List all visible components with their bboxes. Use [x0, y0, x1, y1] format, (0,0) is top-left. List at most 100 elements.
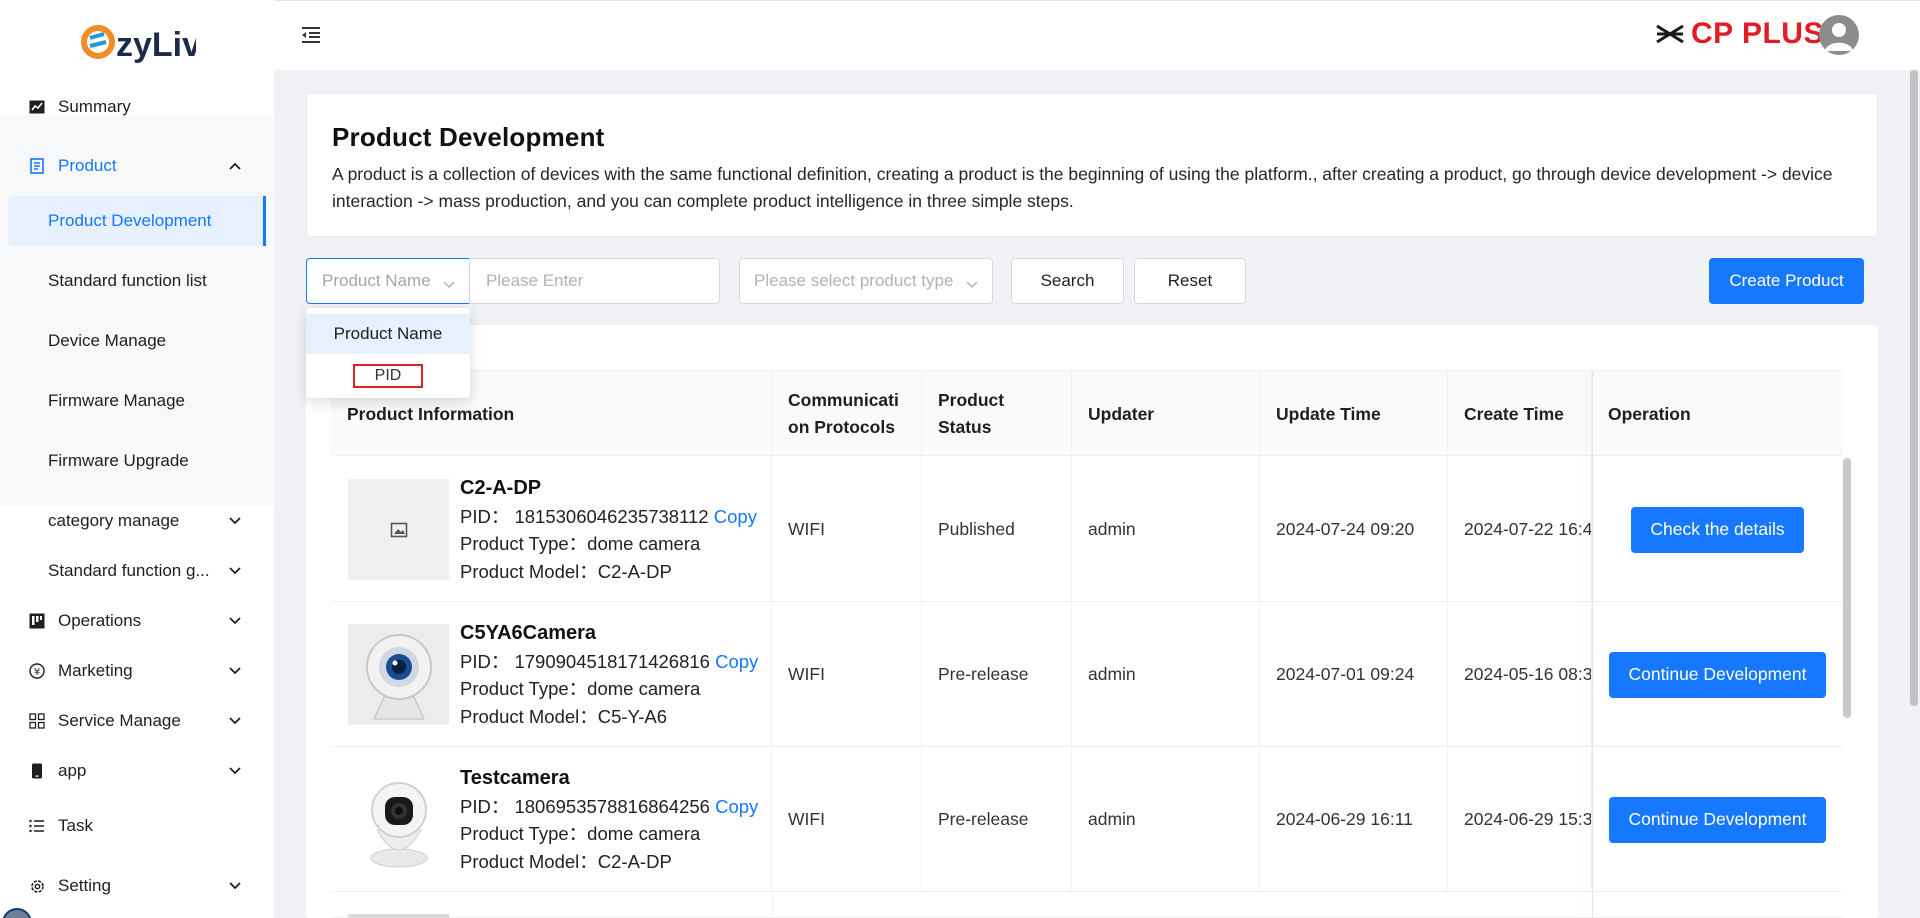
dropdown-option-product-name[interactable]: Product Name: [306, 314, 470, 354]
update-time-cell: 2024-07-24 09:20: [1260, 457, 1448, 602]
sidebar-item-marketing[interactable]: ¥ Marketing: [0, 646, 274, 696]
sidebar-item-label: app: [58, 761, 87, 780]
dome-camera-image-icon: [370, 781, 427, 867]
kanban-icon: [28, 612, 46, 630]
table-row: Testcamera PID： 1806953578816864256 Copy…: [331, 747, 1843, 892]
page-scrollbar-thumb[interactable]: [1910, 70, 1918, 706]
sidebar-item-standard-function-group[interactable]: Standard function g...: [0, 546, 274, 596]
svg-text:¥: ¥: [34, 667, 40, 678]
continue-development-button[interactable]: Continue Development: [1609, 796, 1826, 843]
user-avatar[interactable]: [1819, 15, 1859, 55]
status-cell: Pre-release: [922, 602, 1072, 747]
copy-pid-link[interactable]: Copy: [715, 651, 758, 672]
updater-cell: admin: [1072, 457, 1260, 602]
chevron-down-icon: [443, 274, 455, 294]
sidebar-item-task[interactable]: Task: [0, 801, 274, 851]
table-row: C5YA6Camera PID： 1790904518171426816 Cop…: [331, 602, 1843, 747]
operation-cell: Continue Development: [1592, 602, 1843, 747]
list-icon: [28, 817, 46, 835]
sidebar-item-product-development[interactable]: Product Development: [8, 196, 266, 246]
product-image-placeholder: [348, 479, 449, 580]
sidebar-item-label: Setting: [58, 876, 111, 895]
chevron-down-icon: [966, 274, 978, 294]
search-input[interactable]: Please Enter: [469, 258, 720, 304]
dropdown-option-pid[interactable]: PID: [306, 356, 470, 396]
status-cell: Published: [922, 457, 1072, 602]
sidebar-item-label: Product Development: [48, 211, 212, 230]
product-pid-line: PID： 1806953578816864256 Copy: [460, 793, 758, 821]
sidebar-item-standard-function-list[interactable]: Standard function list: [0, 256, 274, 306]
column-header-product-status: Product Status: [922, 371, 1072, 457]
chevron-down-icon: [228, 514, 242, 528]
sidebar-item-setting[interactable]: Setting: [0, 861, 274, 911]
product-image-placeholder: [348, 914, 449, 918]
page-description: A product is a collection of devices wit…: [332, 164, 1833, 211]
sidebar-item-category-manage[interactable]: category manage: [0, 496, 274, 546]
cp-plus-mark-icon: [1656, 24, 1684, 44]
gear-icon: [28, 877, 46, 895]
protocol-cell: WIFI: [772, 602, 922, 747]
ezyliv-logo[interactable]: zyLiv: [80, 14, 196, 66]
sidebar-item-device-manage[interactable]: Device Manage: [0, 316, 274, 366]
create-time-cell: 2024-06-29 15:31: [1448, 747, 1592, 892]
search-field-select-value: Product Name: [322, 271, 431, 290]
copy-pid-link[interactable]: Copy: [715, 796, 758, 817]
sidebar-item-label: Marketing: [58, 661, 133, 680]
search-button[interactable]: Search: [1011, 258, 1124, 304]
product-pid: PID： 1815306046235738112: [460, 505, 709, 527]
page-title: Product Development: [332, 122, 605, 152]
sidebar-item-summary[interactable]: Summary: [0, 82, 274, 132]
product-pid-line: PID： 1790904518171426816 Copy: [460, 648, 758, 676]
image-icon: [390, 522, 407, 537]
sidebar-item-label: category manage: [48, 511, 180, 530]
sidebar-item-app[interactable]: app: [0, 746, 274, 796]
create-time-cell: 2024-05-16 08:38: [1448, 602, 1592, 747]
protocol-cell: WIFI: [772, 747, 922, 892]
updater-cell: admin: [1072, 602, 1260, 747]
product-type-placeholder: Please select product type: [754, 271, 954, 290]
dropdown-option-pid-label: PID: [352, 364, 424, 388]
column-divider: [772, 892, 773, 918]
product-model: Product Model：C5-Y-A6: [460, 705, 668, 727]
product-name: C2-A-DP: [460, 477, 542, 499]
cp-plus-logo: CP PLUS: [1655, 16, 1824, 52]
search-field-dropdown: Product Name PID: [306, 308, 470, 398]
product-info-cell: C2-A-DP PID： 1815306046235738112 Copy Pr…: [331, 457, 772, 602]
product-model: Product Model：C2-A-DP: [460, 560, 672, 582]
sidebar-item-firmware-upgrade[interactable]: Firmware Upgrade: [0, 436, 274, 486]
column-header-communication-protocols: Communicati on Protocols: [772, 371, 922, 457]
search-input-placeholder: Please Enter: [486, 271, 584, 290]
product-image-dome-camera: [348, 769, 449, 870]
product-type-select[interactable]: Please select product type: [739, 258, 993, 304]
status-cell: Pre-release: [922, 747, 1072, 892]
intro-card: Product Development A product is a colle…: [306, 93, 1878, 237]
copy-pid-link[interactable]: Copy: [714, 506, 757, 527]
continue-development-button[interactable]: Continue Development: [1609, 651, 1826, 698]
product-name: C5YA6Camera: [460, 622, 597, 644]
sidebar: zyLiv Summary Product Product Developmen…: [0, 0, 274, 918]
table-scrollbar-thumb[interactable]: [1843, 458, 1851, 718]
create-product-button[interactable]: Create Product: [1709, 258, 1864, 304]
sidebar-item-product[interactable]: Product: [0, 141, 274, 191]
product-info: Testcamera PID： 1806953578816864256 Copy…: [460, 765, 758, 875]
sidebar-item-firmware-manage[interactable]: Firmware Manage: [0, 376, 274, 426]
grid-icon: [28, 712, 46, 730]
update-time-cell: 2024-06-29 16:11: [1260, 747, 1448, 892]
sidebar-item-label: Standard function list: [48, 271, 207, 290]
chevron-down-icon: [228, 614, 242, 628]
chart-line-icon: [28, 98, 46, 116]
operation-cell: Continue Development: [1592, 747, 1843, 892]
column-header-create-time: Create Time: [1448, 371, 1592, 457]
product-type: Product Type：dome camera: [460, 533, 701, 554]
search-field-select[interactable]: Product Name: [306, 258, 470, 304]
reset-button[interactable]: Reset: [1134, 258, 1246, 304]
brand-name: CP PLUS: [1691, 17, 1824, 50]
sidebar-item-service-manage[interactable]: Service Manage: [0, 696, 274, 746]
sidebar-item-label: Operations: [58, 611, 142, 630]
sidebar-item-label: Task: [58, 816, 93, 835]
check-details-button[interactable]: Check the details: [1631, 506, 1804, 553]
menu-fold-icon[interactable]: [300, 24, 322, 46]
operation-cell: Check the details: [1592, 457, 1843, 602]
updater-cell: admin: [1072, 747, 1260, 892]
sidebar-item-operations[interactable]: Operations: [0, 596, 274, 646]
